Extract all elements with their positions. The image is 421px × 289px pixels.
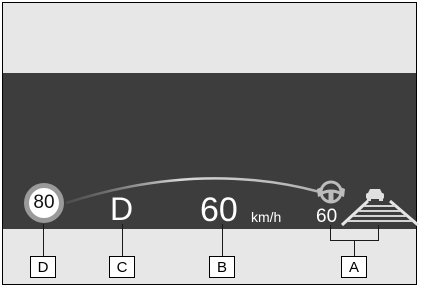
callout-line-d — [43, 224, 44, 256]
callout-line-c — [122, 224, 123, 256]
callout-bracket-right — [378, 225, 379, 240]
speed-arc — [65, 177, 321, 205]
cruise-set-speed: 60 — [316, 206, 338, 227]
callout-line-a — [354, 240, 355, 256]
callout-label-c: C — [109, 256, 135, 278]
driver-display-diagram: 80 D 60 km/h 60 D C B A — [0, 0, 421, 289]
callout-line-b — [222, 224, 223, 256]
callout-label-b: B — [209, 256, 235, 278]
lane-lines-icon — [340, 199, 419, 227]
callout-label-a: A — [341, 256, 367, 278]
gear-indicator: D — [110, 191, 134, 227]
callout-bracket-left — [330, 225, 331, 240]
callout-label-d: D — [30, 256, 56, 278]
speed-unit: km/h — [251, 209, 282, 225]
speed-limit-sign: 80 — [24, 183, 64, 223]
current-speed: 60 — [200, 191, 238, 229]
